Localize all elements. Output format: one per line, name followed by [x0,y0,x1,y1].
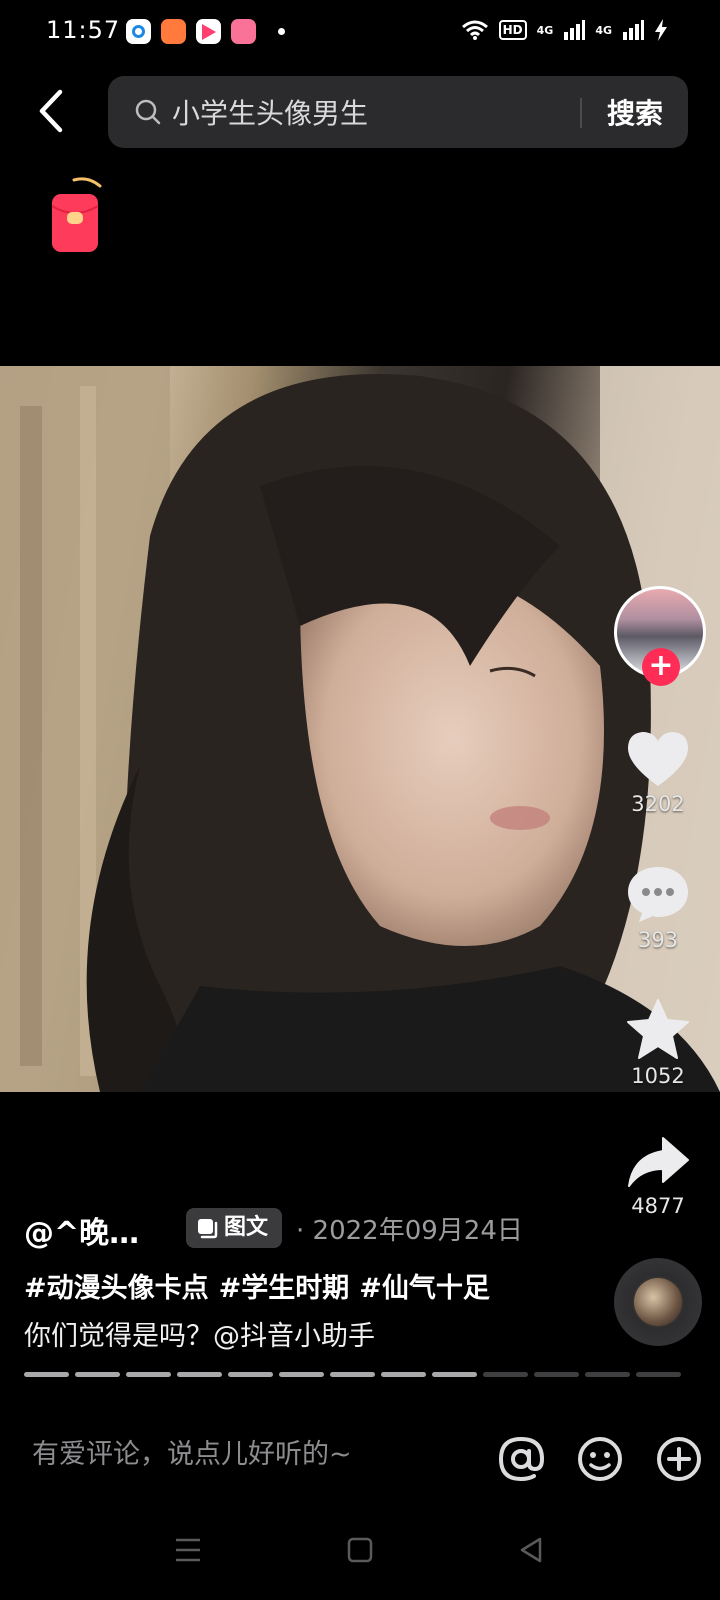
charging-icon [655,19,667,41]
progress-segment [126,1372,171,1377]
signal-label-1: 4G [536,23,554,37]
progress-segment [483,1372,528,1377]
post-date: · 2022年09月24日 [296,1216,523,1246]
like-count: 3202 [631,792,685,816]
nav-home-button[interactable] [340,1530,380,1570]
wifi-icon [461,20,488,40]
search-icon [135,99,161,125]
comment-input[interactable]: 有爱评论，说点儿好听的~ [32,1432,352,1471]
back-button[interactable] [30,86,74,136]
heart-icon [627,732,689,786]
share-count: 4877 [631,1194,685,1218]
hd-icon: HD [498,20,527,40]
progress-segment [177,1372,222,1377]
menu-icon [176,1538,200,1562]
music-cover [634,1278,682,1326]
bilibili-icon [231,19,256,44]
signal-icon [623,20,644,40]
author-name[interactable]: @^晚… [24,1208,139,1252]
red-packet-button[interactable] [48,172,106,256]
add-button[interactable] [654,1434,704,1484]
smiley-icon [578,1437,622,1481]
progress-segment [228,1372,273,1377]
search-divider [580,98,582,128]
status-indicators: HD 4G 4G [461,19,668,41]
notification-icons [126,19,285,44]
hashtag[interactable]: #仙气十足 [359,1266,490,1305]
plus-circle-icon [657,1437,701,1481]
red-packet-icon [51,177,102,252]
comment-button[interactable]: 393 [608,864,708,952]
signal-label-2: 4G [595,23,612,37]
progress-segment [24,1372,69,1377]
nav-back-button[interactable] [512,1530,552,1570]
search-bar[interactable]: 小学生头像男生 搜索 [108,76,688,148]
progress-segment [432,1372,477,1377]
comment-icon [628,867,688,922]
share-icon [628,1137,689,1187]
post-description[interactable]: 你们觉得是吗？@抖音小助手 [24,1314,375,1353]
search-input[interactable]: 小学生头像男生 [172,92,368,132]
mention-button[interactable] [496,1434,546,1484]
progress-segment [585,1372,630,1377]
hashtag[interactable]: #学生时期 [219,1266,350,1305]
post-type-badge: 图文 [186,1208,282,1248]
like-button[interactable]: 3202 [608,730,708,816]
share-button[interactable]: 4877 [608,1134,708,1218]
progress-segment [381,1372,426,1377]
comment-count: 393 [637,928,679,952]
nav-menu-button[interactable] [168,1530,208,1570]
progress-segment [279,1372,324,1377]
follow-button[interactable]: + [642,648,680,686]
video-app-icon [196,19,221,44]
app-icon [161,19,186,44]
search-button[interactable]: 搜索 [594,92,676,132]
more-notifications-icon [278,28,285,35]
image-post-icon [198,1219,218,1239]
progress-segment [75,1372,120,1377]
at-icon [498,1436,545,1482]
signal-icon [564,20,586,40]
browser-icon [126,19,151,44]
music-disc-button[interactable] [614,1258,702,1346]
favorite-count: 1052 [631,1064,685,1088]
creator-avatar-group[interactable]: + [614,586,706,686]
progress-segment [636,1372,681,1377]
post-type-label: 图文 [224,1215,269,1240]
favorite-button[interactable]: 1052 [608,998,708,1088]
clock: 11:57 [46,16,121,44]
progress-segment [330,1372,375,1377]
portrait-illustration [0,366,720,1092]
status-bar: 11:57 HD 4G 4G [0,0,720,64]
emoji-button[interactable] [575,1434,625,1484]
post-image[interactable] [0,366,720,1092]
triangle-back-icon [520,1537,542,1563]
chevron-left-icon [39,89,63,133]
square-icon [347,1537,373,1563]
hashtag[interactable]: #动漫头像卡点 [24,1266,209,1305]
star-icon [627,999,689,1059]
hashtag-list: #动漫头像卡点 #学生时期 #仙气十足 [24,1266,490,1305]
slide-progress [24,1372,681,1377]
progress-segment [534,1372,579,1377]
